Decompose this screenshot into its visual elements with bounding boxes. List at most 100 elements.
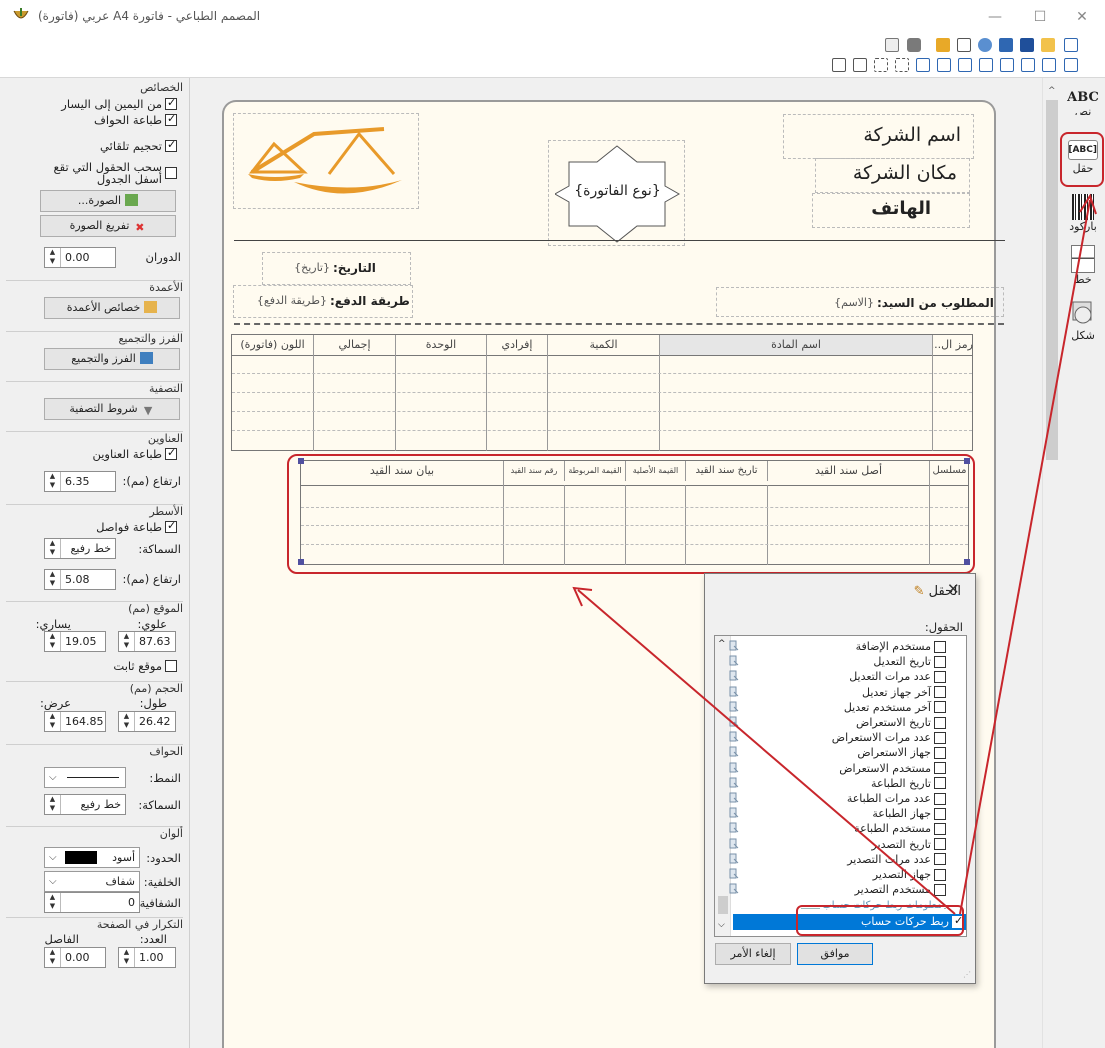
field-list-item[interactable]: جهاز الطباعة bbox=[872, 806, 946, 821]
field-list-item[interactable]: تاريخ الطباعة bbox=[871, 776, 946, 791]
print-headers-checkbox[interactable]: طباعة العناوين bbox=[92, 446, 177, 461]
field-list-item[interactable]: مستخدم الاستعراض bbox=[839, 761, 946, 776]
field-checkbox[interactable] bbox=[934, 731, 946, 744]
align-justify-icon[interactable] bbox=[1064, 58, 1078, 72]
new-icon[interactable] bbox=[1064, 38, 1078, 52]
text-tool[interactable]: ABC نص bbox=[1064, 90, 1102, 115]
logo-box[interactable] bbox=[233, 113, 419, 209]
scroll-down-icon[interactable]: ⌵ bbox=[718, 920, 725, 930]
center-horizontal-icon[interactable] bbox=[874, 58, 888, 72]
length-input[interactable]: ▲ ▼ 26.42 bbox=[118, 711, 176, 732]
rows-thickness-input[interactable]: ▲ ▼ خط رفيع bbox=[44, 538, 116, 559]
auto-size-checkbox[interactable]: تحجيم تلقائي bbox=[100, 138, 177, 153]
field-list-item[interactable]: تاريخ الاستعراض bbox=[856, 715, 946, 730]
center-vertical-icon[interactable] bbox=[895, 58, 909, 72]
resize-grip-icon[interactable]: ⋰ bbox=[963, 970, 971, 979]
align-middle-icon[interactable] bbox=[916, 58, 930, 72]
maximize-button[interactable]: ☐ bbox=[1020, 4, 1060, 30]
field-list-item[interactable]: تاريخ التصدير bbox=[871, 837, 946, 852]
field-checkbox[interactable] bbox=[934, 868, 946, 881]
border-thickness-input[interactable]: ▲ ▼ خط رفيع bbox=[44, 794, 126, 815]
left-position-input[interactable]: ▲ ▼ 19.05 bbox=[44, 631, 106, 652]
field-checkbox[interactable] bbox=[934, 655, 946, 668]
scroll-thumb[interactable] bbox=[1046, 100, 1058, 460]
scroll-thumb[interactable] bbox=[718, 896, 728, 914]
field-checkbox[interactable] bbox=[934, 883, 946, 896]
scroll-up-icon[interactable]: ^ bbox=[718, 639, 726, 649]
field-checkbox[interactable] bbox=[934, 686, 946, 699]
background-color-select[interactable]: شفاف ⌵ bbox=[44, 871, 140, 892]
field-list-item[interactable]: مستخدم الطباعة bbox=[854, 821, 946, 836]
align-center-icon[interactable] bbox=[937, 58, 951, 72]
field-list-item[interactable]: عدد مرات الاستعراض bbox=[832, 730, 946, 745]
filter-conditions-button[interactable]: ▼شروط التصفية bbox=[44, 398, 180, 420]
phone-box[interactable]: الهاتف bbox=[812, 193, 970, 228]
barcode-tool[interactable]: باركود bbox=[1064, 194, 1102, 233]
field-checkbox[interactable] bbox=[934, 701, 946, 714]
align-left-icon[interactable] bbox=[1021, 58, 1035, 72]
field-checkbox[interactable] bbox=[934, 640, 946, 653]
company-name-box[interactable]: اسم الشركة bbox=[783, 114, 974, 159]
ok-button[interactable]: موافق bbox=[797, 943, 873, 965]
shape-tool[interactable]: شكل bbox=[1064, 300, 1102, 342]
fixed-position-checkbox[interactable]: موقع ثابت bbox=[113, 659, 177, 673]
field-checkbox[interactable] bbox=[934, 777, 946, 790]
field-checkbox[interactable] bbox=[934, 746, 946, 759]
items-table[interactable]: رمز ال... اسم المادة الكمية إفرادي الوحد… bbox=[231, 334, 973, 451]
save-as-icon[interactable] bbox=[999, 38, 1013, 52]
copy-icon[interactable] bbox=[936, 38, 950, 52]
print-borders-checkbox[interactable]: طباعة الحواف bbox=[94, 112, 177, 127]
rotation-input[interactable]: ▲ ▼ 0.00 bbox=[44, 247, 116, 268]
sort-group-button[interactable]: الفرز والتجميع bbox=[44, 348, 180, 370]
close-button[interactable]: ✕ bbox=[1062, 4, 1102, 30]
rtl-checkbox[interactable]: من اليمين إلى اليسار bbox=[61, 96, 177, 111]
field-checkbox[interactable] bbox=[934, 838, 946, 851]
pull-fields-checkbox[interactable]: سحب الحقول التي تقع أسفل الجدول bbox=[37, 161, 177, 185]
fields-list[interactable]: ^ ⌵ مستخدم الإضافة تاريخ التعديل عدد مرات … bbox=[714, 635, 967, 937]
dialog-close-button[interactable]: ✕ bbox=[947, 580, 960, 598]
align-top-icon[interactable] bbox=[1042, 58, 1056, 72]
field-list-item[interactable]: مستخدم الإضافة bbox=[856, 639, 946, 654]
top-position-input[interactable]: ▲ ▼ 87.63 bbox=[118, 631, 176, 652]
bring-front-icon[interactable] bbox=[832, 58, 846, 72]
pin-icon[interactable] bbox=[978, 38, 992, 52]
spacing-input[interactable]: ▲ ▼ 0.00 bbox=[44, 947, 106, 968]
save-icon[interactable] bbox=[1020, 38, 1034, 52]
field-list-item[interactable]: تاريخ التعديل bbox=[873, 654, 946, 669]
line-tool[interactable]: خط bbox=[1064, 245, 1102, 286]
header-height-input[interactable]: ▲ ▼ 6.35 bbox=[44, 471, 116, 492]
align-vertical-icon[interactable] bbox=[958, 58, 972, 72]
column-properties-button[interactable]: خصائص الأعمدة bbox=[44, 297, 180, 319]
company-place-box[interactable]: مكان الشركة bbox=[815, 158, 970, 193]
page-setup-icon[interactable] bbox=[957, 38, 971, 52]
clear-image-button[interactable]: ✖تفريغ الصورة bbox=[40, 215, 176, 237]
vertical-scrollbar[interactable]: ^ bbox=[1042, 78, 1060, 1048]
field-checkbox[interactable] bbox=[934, 716, 946, 729]
field-list-item[interactable]: جهاز الاستعراض bbox=[857, 745, 946, 760]
border-color-select[interactable]: أسود ⌵ bbox=[44, 847, 140, 868]
cancel-button[interactable]: إلغاء الأمر bbox=[715, 943, 791, 965]
open-icon[interactable] bbox=[1041, 38, 1055, 52]
send-back-icon[interactable] bbox=[853, 58, 867, 72]
field-list-item[interactable]: آخر مستخدم تعديل bbox=[844, 700, 946, 715]
invoice-type-box[interactable]: {نوع الفاتورة} bbox=[548, 140, 685, 246]
minimize-button[interactable]: — bbox=[975, 4, 1015, 30]
field-checkbox[interactable] bbox=[934, 822, 946, 835]
field-list-item[interactable]: جهاز التصدير bbox=[873, 867, 946, 882]
field-list-item[interactable]: عدد مرات التصدير bbox=[847, 852, 946, 867]
image-button[interactable]: الصورة... bbox=[40, 190, 176, 212]
print-icon[interactable] bbox=[907, 38, 921, 52]
count-input[interactable]: ▲ ▼ 1.00 bbox=[118, 947, 176, 968]
scroll-up-icon[interactable]: ^ bbox=[1048, 86, 1056, 96]
field-checkbox[interactable] bbox=[934, 853, 946, 866]
border-style-select[interactable]: ⌵ bbox=[44, 767, 126, 788]
print-separators-checkbox[interactable]: طباعة فواصل bbox=[96, 519, 177, 534]
field-checkbox[interactable] bbox=[934, 670, 946, 683]
transparency-input[interactable]: ▲ ▼ 0 bbox=[44, 892, 140, 913]
print-preview-icon[interactable] bbox=[885, 38, 899, 52]
field-checkbox[interactable] bbox=[934, 762, 946, 775]
width-input[interactable]: ▲ ▼ 164.85 bbox=[44, 711, 106, 732]
field-checkbox[interactable] bbox=[934, 807, 946, 820]
align-bottom-icon[interactable] bbox=[979, 58, 993, 72]
field-list-item[interactable]: آخر جهاز تعديل bbox=[862, 685, 946, 700]
